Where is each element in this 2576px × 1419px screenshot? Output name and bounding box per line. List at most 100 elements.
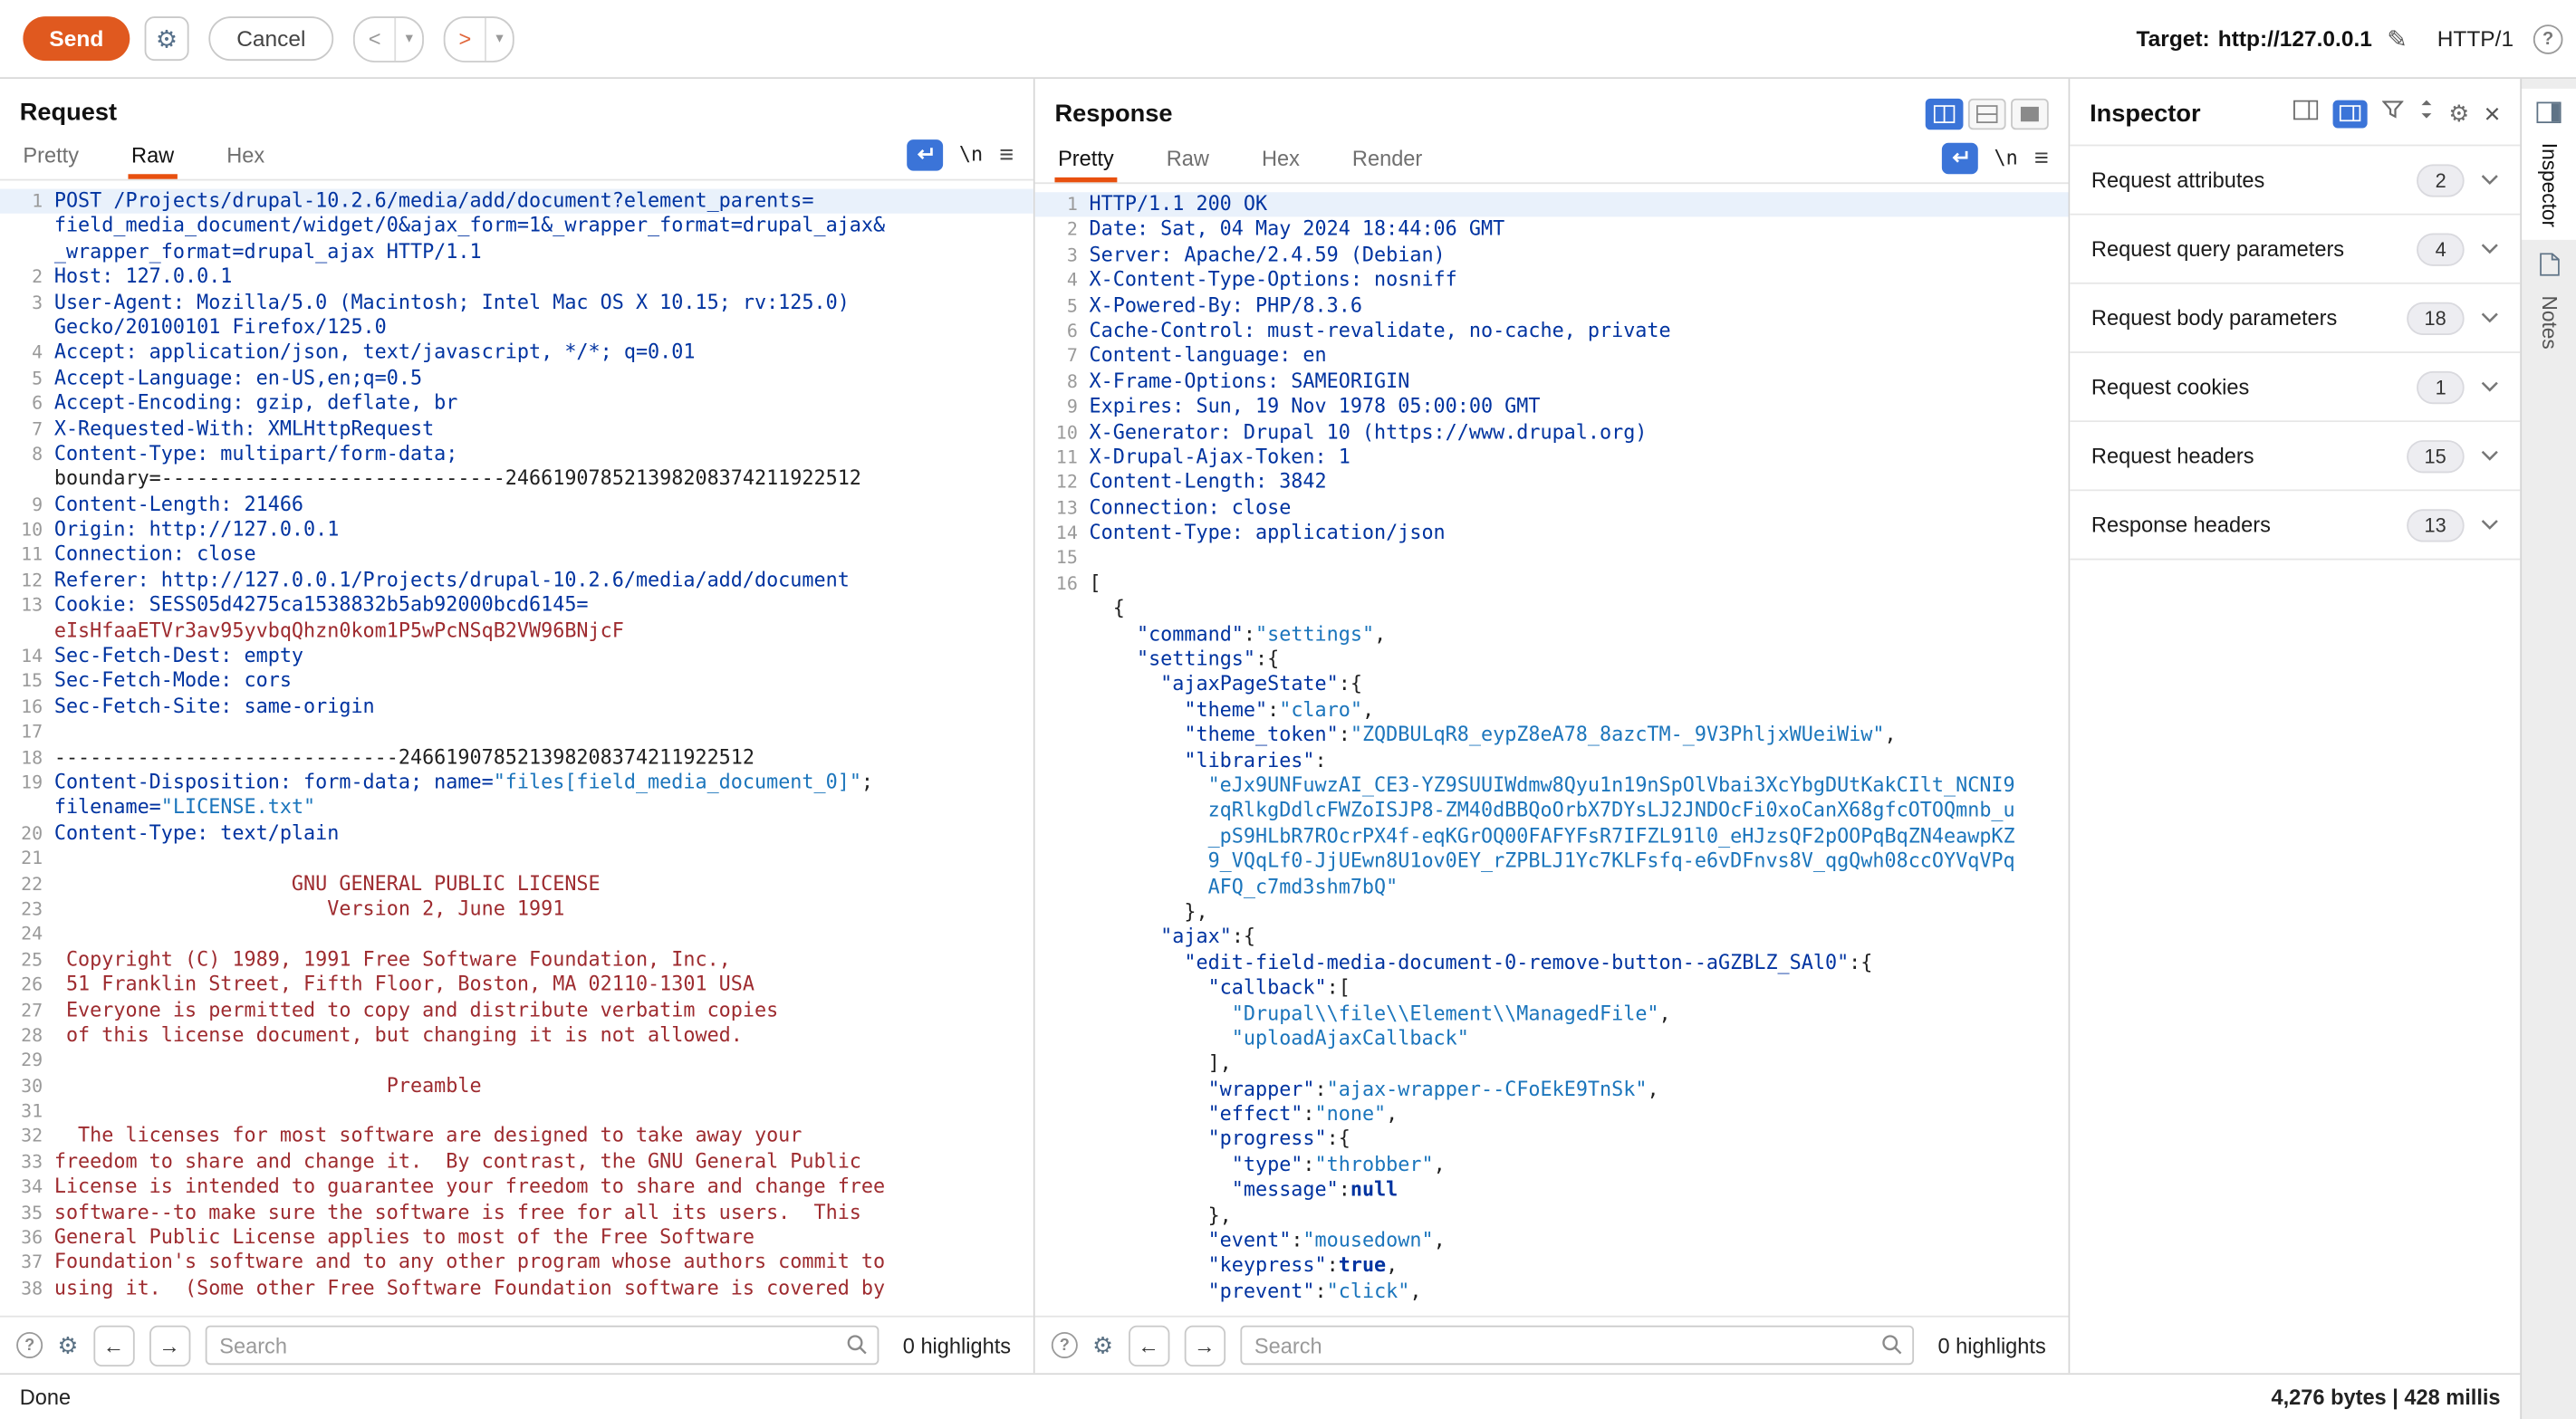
inspector-docked-icon[interactable]: [2332, 100, 2367, 128]
response-search-input[interactable]: [1240, 1326, 1914, 1366]
search-next-button[interactable]: →: [149, 1325, 189, 1366]
layout-rows-button[interactable]: [1968, 99, 2006, 129]
send-button[interactable]: Send: [23, 16, 130, 61]
response-tab-pretty[interactable]: Pretty: [1054, 139, 1117, 182]
line-number: 28: [0, 1023, 54, 1049]
editor-line: 12Content-Length: 3842: [1035, 470, 2069, 495]
line-text: Content-Disposition: form-data; name="fi…: [54, 771, 873, 796]
word-wrap-toggle[interactable]: [907, 139, 943, 169]
line-number: 4: [0, 340, 54, 366]
line-number: 19: [0, 771, 54, 796]
inspector-settings-icon[interactable]: ⚙: [2448, 100, 2469, 128]
search-settings-icon[interactable]: ⚙: [57, 1331, 78, 1359]
line-text: Connection: close: [1090, 495, 1292, 521]
editor-line: 37Foundation's software and to any other…: [0, 1251, 1033, 1276]
line-number: 11: [0, 542, 54, 568]
section-request-headers[interactable]: Request headers 15: [2070, 422, 2520, 491]
history-forward-button[interactable]: > ▾: [444, 15, 514, 62]
line-number: [1035, 925, 1090, 951]
line-number: 35: [0, 1200, 54, 1225]
section-response-headers[interactable]: Response headers 13: [2070, 491, 2520, 560]
request-editor-menu-icon[interactable]: ≡: [999, 140, 1014, 168]
line-text: "eJx9UNFuwzAI_CE3-YZ9SUUIWdmw8Qyu1n19nSp…: [1090, 773, 2015, 799]
request-tab-raw[interactable]: Raw: [128, 137, 177, 179]
response-tab-raw[interactable]: Raw: [1163, 139, 1212, 182]
edit-target-icon[interactable]: ✎: [2387, 24, 2408, 53]
editor-line: 38using it. (Some other Free Software Fo…: [0, 1276, 1033, 1301]
search-prev-button[interactable]: ←: [93, 1325, 134, 1366]
line-text: },: [1090, 900, 1208, 925]
cancel-button[interactable]: Cancel: [208, 16, 333, 61]
request-search-input[interactable]: [205, 1326, 879, 1366]
request-editor[interactable]: 1POST /Projects/drupal-10.2.6/media/add/…: [0, 181, 1033, 1316]
search-help-icon[interactable]: ?: [1052, 1332, 1078, 1358]
side-tab-inspector[interactable]: Inspector: [2522, 89, 2576, 241]
line-number: [1035, 748, 1090, 773]
line-text: Sec-Fetch-Dest: empty: [54, 644, 303, 669]
editor-line: 14Sec-Fetch-Dest: empty: [0, 644, 1033, 669]
search-settings-icon[interactable]: ⚙: [1092, 1331, 1113, 1359]
filter-icon[interactable]: [2381, 99, 2403, 129]
layout-columns-button[interactable]: [1926, 99, 1964, 129]
search-next-button[interactable]: →: [1184, 1325, 1225, 1366]
line-number: 4: [1035, 268, 1090, 293]
response-title: Response: [1054, 101, 1172, 129]
expand-collapse-icon[interactable]: [2417, 99, 2434, 129]
response-tab-render[interactable]: Render: [1349, 139, 1426, 182]
layout-single-button[interactable]: [2011, 99, 2049, 129]
word-wrap-toggle[interactable]: [1941, 142, 1977, 173]
editor-line: "ajaxPageState":{: [1035, 673, 2069, 698]
line-number: [0, 315, 54, 340]
response-editor-menu-icon[interactable]: ≡: [2034, 144, 2049, 172]
show-nonprintable-toggle[interactable]: \n: [959, 143, 983, 166]
section-request-query-parameters[interactable]: Request query parameters 4: [2070, 216, 2520, 284]
line-text: User-Agent: Mozilla/5.0 (Macintosh; Inte…: [54, 290, 850, 315]
side-tab-notes[interactable]: Notes: [2522, 241, 2576, 363]
line-number: [1035, 875, 1090, 900]
show-nonprintable-toggle[interactable]: \n: [1994, 146, 2018, 168]
line-text: "event":"mousedown",: [1090, 1229, 1446, 1254]
section-request-body-parameters[interactable]: Request body parameters 18: [2070, 284, 2520, 353]
section-request-cookies[interactable]: Request cookies 1: [2070, 353, 2520, 422]
inspector-close-icon[interactable]: ×: [2485, 100, 2501, 128]
history-back-button[interactable]: < ▾: [353, 15, 424, 62]
request-tab-pretty[interactable]: Pretty: [20, 137, 82, 179]
response-stats: 4,276 bytes | 428 millis: [2272, 1385, 2501, 1409]
line-text: GNU GENERAL PUBLIC LICENSE: [54, 871, 601, 896]
line-number: [1035, 1203, 1090, 1229]
line-number: 9: [1035, 395, 1090, 420]
section-request-attributes[interactable]: Request attributes 2: [2070, 146, 2520, 215]
search-prev-button[interactable]: ←: [1128, 1325, 1168, 1366]
line-text: -----------------------------24661907852…: [54, 745, 755, 771]
inspector-columns-icon[interactable]: [2292, 99, 2317, 129]
search-help-icon[interactable]: ?: [16, 1332, 43, 1358]
line-number: 13: [1035, 495, 1090, 521]
side-tab-label: Notes: [2537, 296, 2560, 350]
line-text: "prevent":"click",: [1090, 1280, 1422, 1305]
send-options-button[interactable]: ⚙: [145, 16, 189, 61]
response-editor[interactable]: 1HTTP/1.1 200 OK2Date: Sat, 04 May 2024 …: [1035, 184, 2069, 1316]
editor-line: 29: [0, 1049, 1033, 1074]
editor-line: 3User-Agent: Mozilla/5.0 (Macintosh; Int…: [0, 290, 1033, 315]
editor-line: 8Content-Type: multipart/form-data;: [0, 442, 1033, 467]
line-text: "Drupal\\file\\Element\\ManagedFile",: [1090, 1001, 1671, 1026]
editor-line: 7Content-language: en: [1035, 344, 2069, 369]
editor-line: 3Server: Apache/2.4.59 (Debian): [1035, 243, 2069, 268]
line-number: [0, 618, 54, 644]
help-icon[interactable]: ?: [2533, 24, 2563, 53]
line-number: 8: [0, 442, 54, 467]
line-text: Content-Type: multipart/form-data;: [54, 442, 458, 467]
editor-line: 30 Preamble: [0, 1074, 1033, 1099]
line-number: 32: [0, 1124, 54, 1149]
request-tab-hex[interactable]: Hex: [224, 137, 268, 179]
response-tab-hex[interactable]: Hex: [1258, 139, 1302, 182]
caret-down-icon[interactable]: ▾: [486, 17, 513, 60]
caret-down-icon[interactable]: ▾: [396, 17, 422, 60]
editor-line: 4Accept: application/json, text/javascri…: [0, 340, 1033, 366]
editor-line: 5Accept-Language: en-US,en;q=0.5: [0, 366, 1033, 391]
line-text: Accept: application/json, text/javascrip…: [54, 340, 696, 366]
editor-line: 8X-Frame-Options: SAMEORIGIN: [1035, 369, 2069, 395]
line-number: [1035, 1001, 1090, 1026]
line-text: Referer: http://127.0.0.1/Projects/drupa…: [54, 568, 850, 593]
inspector-title: Inspector: [2090, 100, 2200, 128]
